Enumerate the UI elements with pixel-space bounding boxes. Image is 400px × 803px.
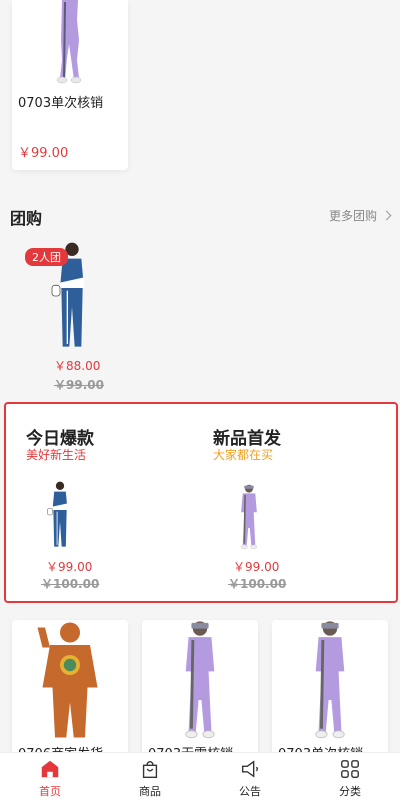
product-price: ￥99.00 (18, 146, 69, 161)
product-image (292, 620, 368, 740)
tab-label: 首页 (39, 784, 61, 798)
product-image (30, 0, 110, 84)
group-badge: 2人团 (25, 248, 68, 266)
tab-label: 分类 (339, 784, 361, 798)
panel-subtitle: 大家都在买 (213, 448, 274, 462)
tab-label: 商品 (139, 784, 161, 798)
tab-categories[interactable]: 分类 (300, 753, 400, 803)
tab-home[interactable]: 首页 (0, 753, 100, 803)
panel-subtitle: 美好新生活 (26, 448, 87, 462)
home-icon (41, 760, 59, 777)
product-image (219, 484, 279, 550)
tab-announcements[interactable]: 公告 (200, 753, 300, 803)
panel-original-price: ￥100.00 (228, 577, 287, 591)
chevron-right-icon (381, 210, 392, 221)
tab-products[interactable]: 商品 (100, 753, 200, 803)
more-group-buy-label: 更多团购 (328, 209, 377, 223)
product-image (32, 620, 108, 740)
panel-original-price: ￥100.00 (41, 577, 100, 591)
original-price: ￥99.00 (54, 378, 104, 392)
product-card[interactable]: 0703单次核销 ￥99.00 (12, 0, 128, 170)
hot-today-panel[interactable]: 今日爆款 美好新生活 ￥99.00 ￥100.00 (6, 404, 186, 601)
section-title-group-buy: 团购 (10, 209, 43, 228)
panel-price: ￥99.00 (46, 560, 93, 574)
group-price: ￥88.00 (54, 359, 101, 373)
product-image (162, 620, 238, 740)
megaphone-icon (241, 759, 259, 778)
featured-block: 今日爆款 美好新生活 ￥99.00 ￥100.00 新品首发 大家都在买 ￥99… (4, 402, 398, 603)
shopping-bag-icon (142, 760, 158, 778)
tab-label: 公告 (239, 784, 261, 798)
product-name: 0703单次核销 (18, 96, 104, 111)
category-grid-icon (341, 759, 359, 778)
group-buy-item[interactable]: 2人团 ￥88.00 ￥99.00 (20, 240, 120, 392)
new-arrivals-panel[interactable]: 新品首发 大家都在买 ￥99.00 ￥100.00 (193, 404, 373, 601)
bottom-tab-bar: 首页 商品 公告 分类 (0, 752, 400, 803)
more-group-buy-link[interactable]: 更多团购 (328, 207, 392, 224)
product-image (40, 480, 80, 550)
panel-price: ￥99.00 (233, 560, 280, 574)
